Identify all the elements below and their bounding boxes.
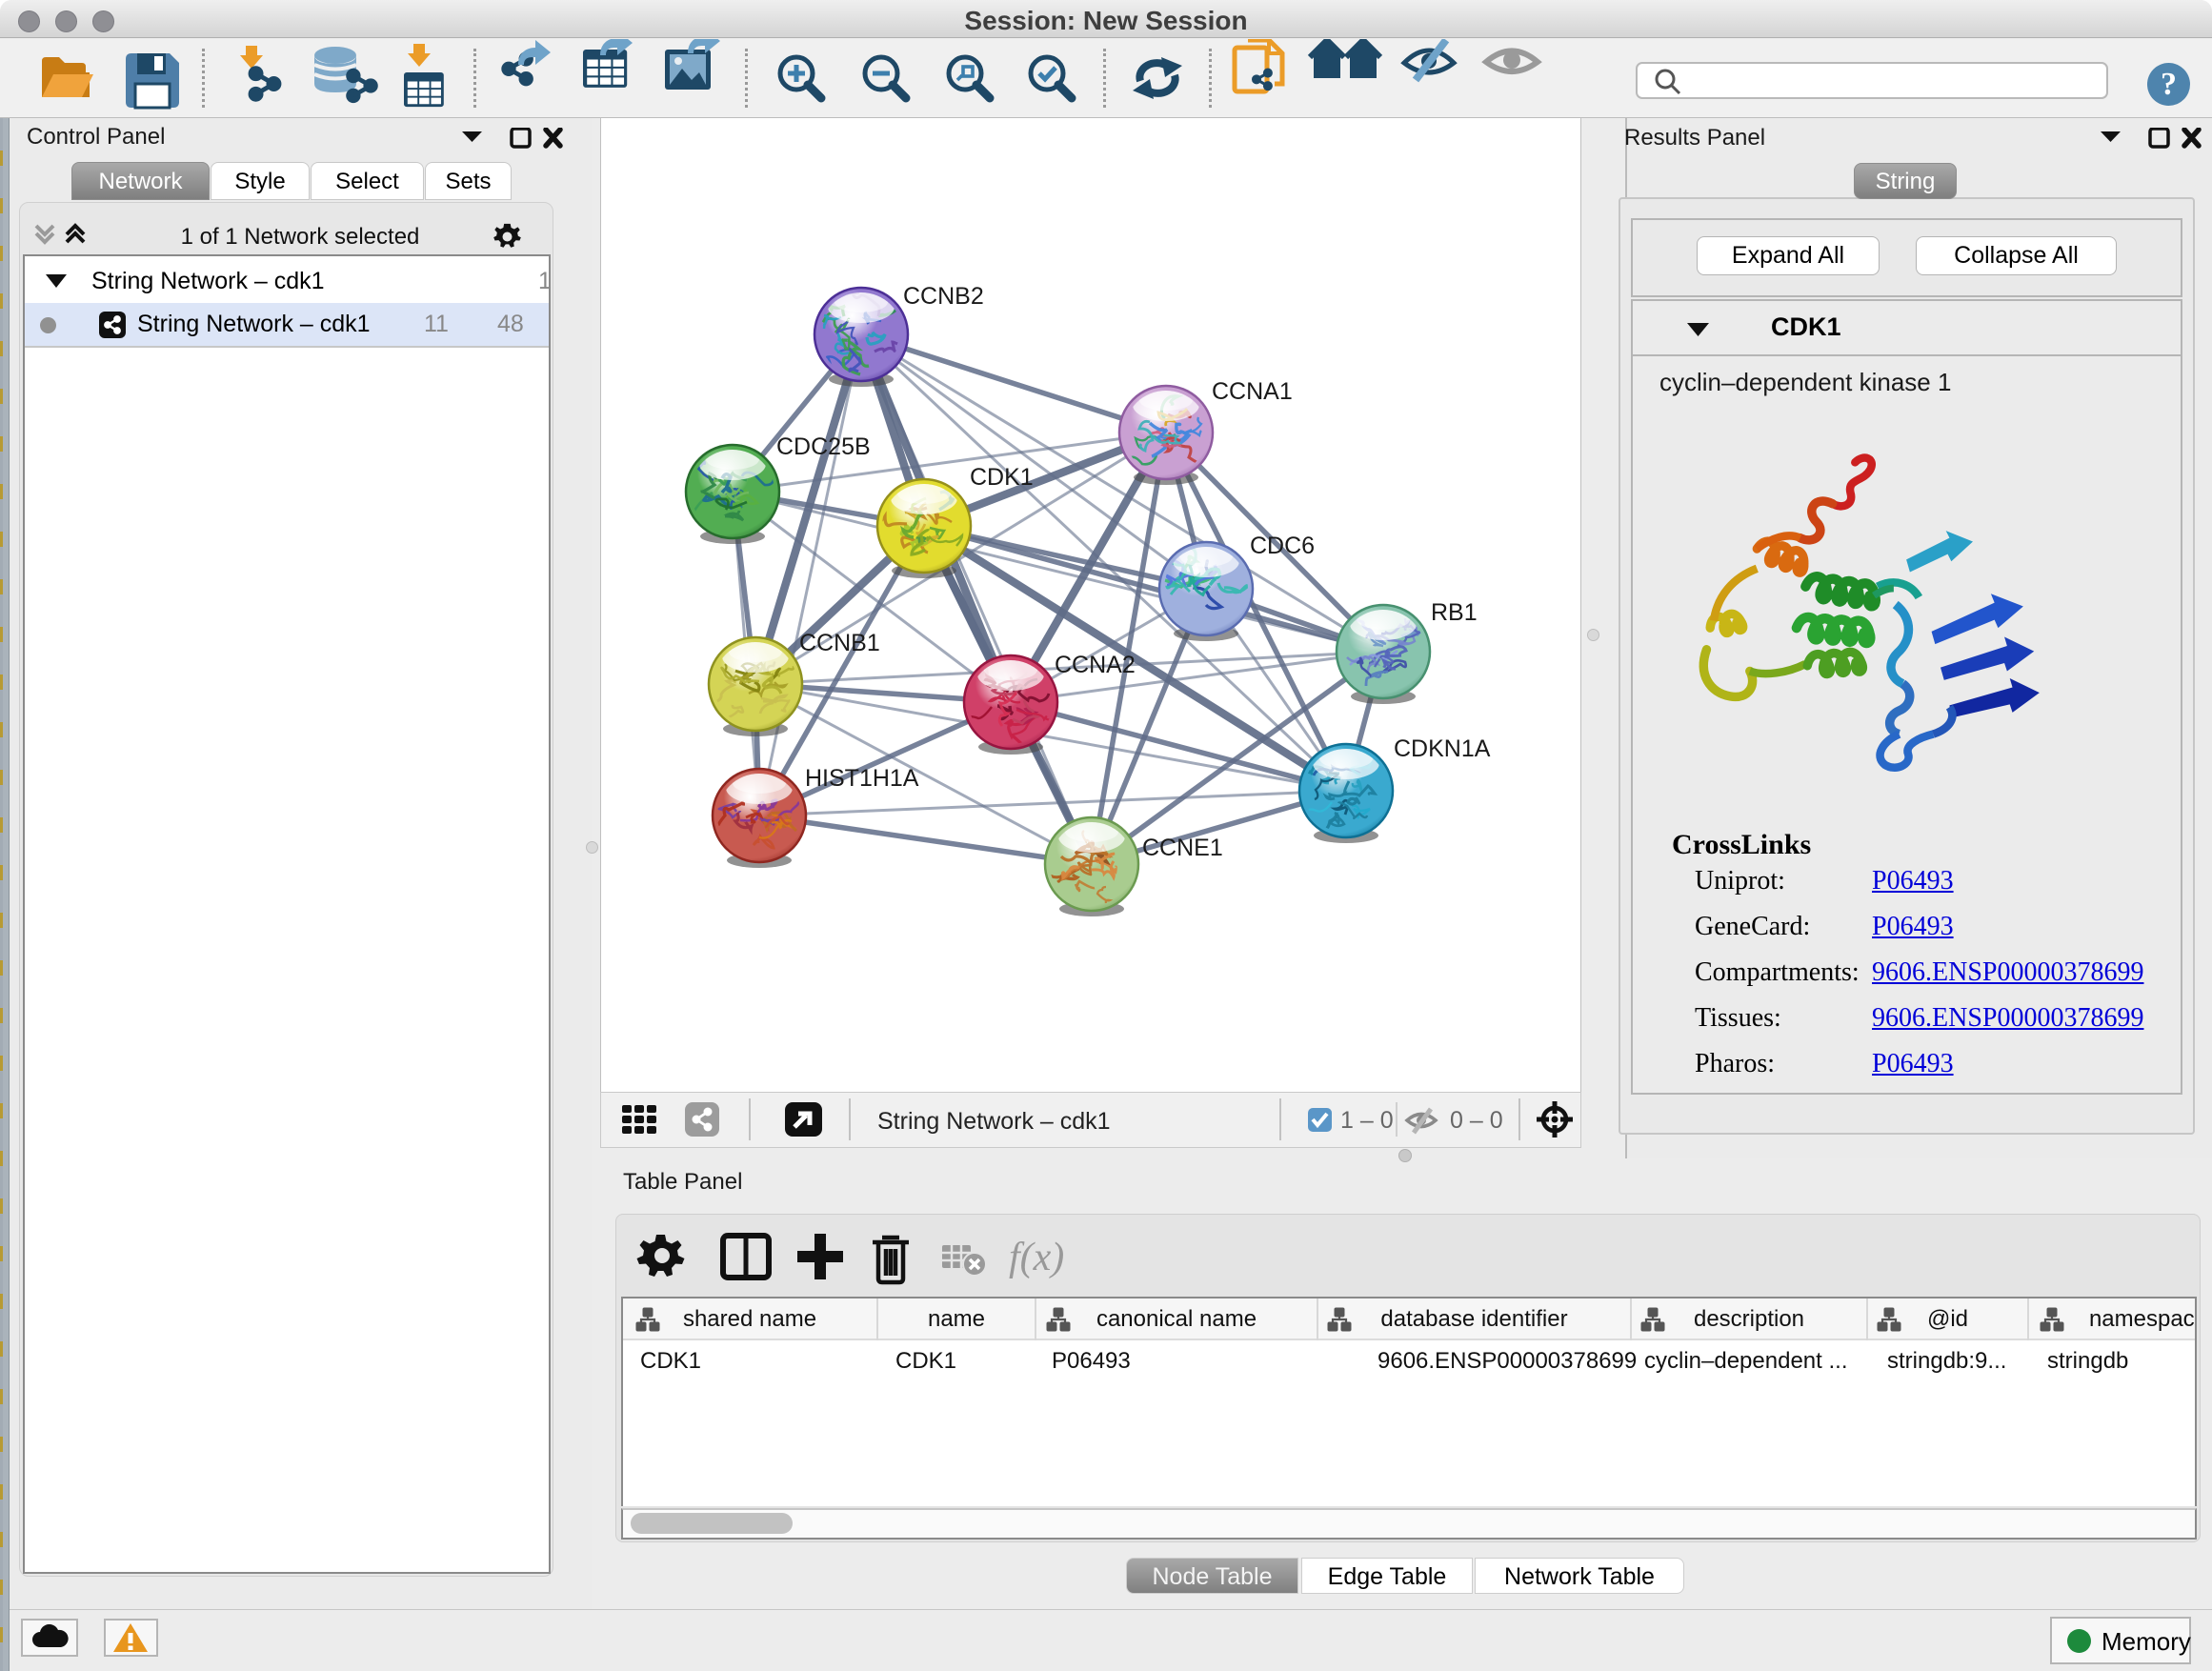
svg-text:CCNB1: CCNB1 [799, 630, 880, 656]
svg-text:CCNB2: CCNB2 [903, 283, 984, 310]
svg-text:0 – 0: 0 – 0 [1450, 1107, 1503, 1134]
svg-text:CDC6: CDC6 [1250, 533, 1315, 559]
svg-text:CDKN1A: CDKN1A [1394, 735, 1491, 762]
svg-text:CDC25B: CDC25B [776, 433, 871, 460]
svg-text:f(x): f(x) [1009, 1236, 1064, 1279]
svg-text:RB1: RB1 [1431, 599, 1478, 626]
svg-text:1 – 0: 1 – 0 [1340, 1107, 1394, 1134]
svg-text:String Network – cdk1: String Network – cdk1 [877, 1108, 1111, 1135]
svg-text:CDK1: CDK1 [970, 464, 1034, 491]
svg-text:CCNA1: CCNA1 [1212, 378, 1293, 405]
svg-text:CCNE1: CCNE1 [1142, 835, 1223, 861]
svg-text:CCNA2: CCNA2 [1055, 652, 1136, 678]
svg-text:HIST1H1A: HIST1H1A [805, 765, 919, 792]
